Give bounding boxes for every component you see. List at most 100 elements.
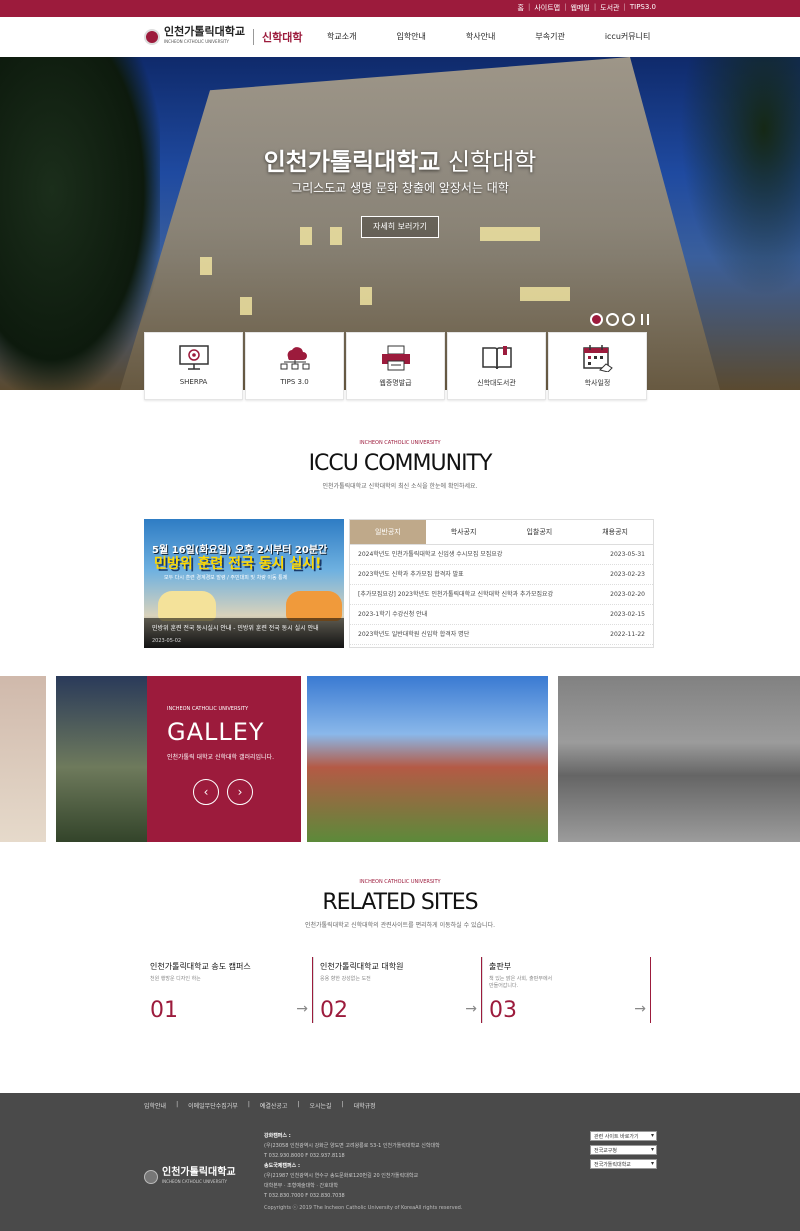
gallery-title: GALLEY	[167, 718, 265, 746]
site-title: 인천가톨릭대학교 대학원	[320, 962, 404, 971]
notice-date: 2023-02-15	[610, 611, 645, 618]
featured-notice-image[interactable]: 5월 16일(화요일) 오후 2시부터 20분간 민방위 훈련 전국 동시 실시…	[144, 519, 344, 648]
footer-link[interactable]: 입학안내	[144, 1101, 166, 1110]
calendar-icon	[581, 343, 615, 373]
quick-link-calendar[interactable]: 학사일정	[548, 332, 647, 400]
related-site-select[interactable]: 관련 사이트 바로가기	[590, 1131, 657, 1141]
util-link-tips[interactable]: TIPS3.0	[630, 3, 656, 13]
hero-window	[240, 297, 252, 315]
quick-link-library[interactable]: 신학대도서관	[447, 332, 546, 400]
related-title: RELATED SITES	[322, 890, 478, 915]
slide-dot[interactable]	[622, 313, 635, 326]
hero-window	[520, 287, 570, 301]
top-utility-bar: 홈 | 사이트맵 | 웹메일 | 도서관 | TIPS3.0	[0, 0, 800, 17]
utility-links: 홈 | 사이트맵 | 웹메일 | 도서관 | TIPS3.0	[517, 3, 656, 13]
arrow-right-icon: →	[465, 1001, 477, 1017]
tab-bidding[interactable]: 입찰공지	[502, 520, 578, 544]
site-number: 02	[320, 998, 348, 1023]
footer-link[interactable]: 이메일무단수집거부	[188, 1101, 238, 1110]
footer-logo-en: INCHEON CATHOLIC UNIVERSITY	[162, 1179, 227, 1184]
chevron-right-icon[interactable]: ›	[227, 779, 253, 805]
notice-image-big: 민방위 훈련 전국 동시 실시!	[154, 556, 322, 572]
notice-row[interactable]: 2023-1학기 수강신청 안내 2023-02-15	[350, 605, 653, 625]
menu-item-institutions[interactable]: 부속기관	[535, 31, 564, 42]
quick-link-label: 학사일정	[584, 379, 611, 387]
pause-icon[interactable]	[641, 314, 649, 325]
gallery-image[interactable]	[558, 676, 800, 842]
tab-recruit[interactable]: 채용공지	[577, 520, 653, 544]
quick-link-certificate[interactable]: 웹증명발급	[346, 332, 445, 400]
footer-logo: 인천가톨릭대학교 INCHEON CATHOLIC UNIVERSITY	[144, 1168, 236, 1186]
notice-title: 2023학년도 신학과 추가모집 합격자 발표	[358, 571, 464, 578]
logo-divider	[252, 29, 254, 45]
quick-link-sherpa[interactable]: SHERPA	[144, 332, 243, 400]
catholic-univ-select[interactable]: 전국가톨릭대학교	[590, 1159, 657, 1169]
notice-row[interactable]: [추가모집요강] 2023학년도 인천가톨릭대학교 신학대학 신학과 추가모집요…	[350, 585, 653, 605]
footer-address: 강화캠퍼스 : (우)23058 인천광역시 강화군 양도면 고려왕릉로 53-…	[264, 1131, 440, 1201]
site-title: 인천가톨릭대학교 송도 캠퍼스	[150, 962, 251, 971]
hero-more-button[interactable]: 자세히 보러가기	[361, 216, 439, 238]
footer-links: 입학안내 | 이메일무단수집거부 | 예결산공고 | 오시는길 | 대학규정	[144, 1101, 376, 1110]
hero-window	[480, 227, 540, 241]
quick-link-tips[interactable]: TIPS 3.0	[245, 332, 344, 400]
notice-row[interactable]: 2023학년도 일반대학원 신입학 합격자 명단 2022-11-22	[350, 625, 653, 645]
car-illustration	[286, 591, 342, 621]
slide-pager	[590, 313, 649, 326]
menu-item-about[interactable]: 학교소개	[327, 31, 356, 42]
quick-link-label: 신학대도서관	[477, 379, 516, 387]
chevron-left-icon[interactable]: ‹	[193, 779, 219, 805]
related-site-card[interactable]: 인천가톨릭대학교 대학원 응용 향한 강성없는 도전 02 →	[313, 957, 482, 1023]
util-link-home[interactable]: 홈	[518, 3, 524, 13]
hero-subtitle: 그리스도교 생명 문화 창출에 앞장서는 대학	[291, 181, 509, 195]
notice-title: [추가모집요강] 2023학년도 인천가톨릭대학교 신학대학 신학과 추가모집요…	[358, 591, 554, 598]
campus1-label: 강화캠퍼스 :	[264, 1133, 291, 1139]
notice-row[interactable]: 2024학년도 인천가톨릭대학교 신입생 수시모집 모집요강 2023-05-31	[350, 545, 653, 565]
notice-title: 2023학년도 일반대학원 신입학 합격자 명단	[358, 631, 470, 638]
footer-link[interactable]: 오시는길	[309, 1101, 331, 1110]
notice-row[interactable]: 2023학년도 신학과 추가모집 합격자 발표 2023-02-23	[350, 565, 653, 585]
site-desc: 응용 향한 강성없는 도전	[320, 976, 371, 982]
menu-item-community[interactable]: iccu커뮤니티	[605, 31, 651, 42]
slide-dot[interactable]	[606, 313, 619, 326]
menu-item-admission[interactable]: 입학안내	[396, 31, 425, 42]
util-link-webmail[interactable]: 웹메일	[570, 3, 589, 13]
site-desc: 천원 행방운 디자인 하는	[150, 976, 201, 982]
related-kicker: INCHEON CATHOLIC UNIVERSITY	[359, 879, 441, 885]
tab-academic[interactable]: 학사공지	[426, 520, 502, 544]
gallery-desc: 인천가톨릭 대학교 신학대학 갤러리입니다.	[167, 754, 274, 761]
gallery-image[interactable]	[307, 676, 548, 842]
hero-window	[300, 227, 312, 245]
tab-general[interactable]: 일반공지	[350, 520, 426, 544]
footer-link[interactable]: 대학규정	[354, 1101, 376, 1110]
arrow-right-icon: →	[296, 1001, 308, 1017]
monitor-target-icon	[177, 343, 211, 373]
slide-dot[interactable]	[590, 313, 603, 326]
site-logo[interactable]: 인천가톨릭대학교 INCHEON CATHOLIC UNIVERSITY 신학대학	[144, 26, 302, 47]
community-kicker: INCHEON CATHOLIC UNIVERSITY	[359, 440, 441, 446]
arrow-right-icon: →	[634, 1001, 646, 1017]
site-number: 03	[489, 998, 517, 1023]
quick-links: SHERPA TIPS 3.0 웹증명발급 신학대도서관 학사일정	[144, 332, 647, 400]
printer-icon	[379, 343, 413, 373]
gallery-image[interactable]	[56, 676, 147, 842]
related-site-card[interactable]: 인천가톨릭대학교 송도 캠퍼스 천원 행방운 디자인 하는 01 →	[144, 957, 313, 1023]
site-title: 출판부	[489, 962, 512, 971]
util-link-sitemap[interactable]: 사이트맵	[534, 3, 560, 13]
notice-title: 2024학년도 인천가톨릭대학교 신입생 수시모집 모집요강	[358, 551, 503, 558]
diocese-select[interactable]: 전국교구청	[590, 1145, 657, 1155]
footer-link[interactable]: 예결산공고	[260, 1101, 288, 1110]
hero-window	[360, 287, 372, 305]
gallery-section: INCHEON CATHOLIC UNIVERSITY GALLEY 인천가톨릭…	[0, 676, 800, 842]
quick-link-label: TIPS 3.0	[280, 378, 309, 386]
related-site-card[interactable]: 출판부 책 있는 밝은 사회, 출판부에서 만들어갑니다. 03 →	[482, 957, 651, 1023]
menu-item-academic[interactable]: 학사안내	[466, 31, 495, 42]
site-desc: 책 있는 밝은 사회, 출판부에서 만들어갑니다.	[489, 976, 553, 989]
notice-image-caption: 민방위 훈련 전국 동시실시 안내 - 민방위 훈련 전국 동시 실시 안내 2…	[144, 618, 344, 648]
hero-window	[200, 257, 212, 275]
copyright: Copyrights ⓒ 2019 The Incheon Catholic U…	[264, 1205, 463, 1211]
gallery-image[interactable]	[0, 676, 46, 842]
notice-title: 2023-1학기 수강신청 안내	[358, 611, 428, 618]
main-menu: 학교소개 입학안내 학사안내 부속기관 iccu커뮤니티	[327, 31, 690, 42]
hero-window	[330, 227, 342, 245]
util-link-library[interactable]: 도서관	[600, 3, 619, 13]
